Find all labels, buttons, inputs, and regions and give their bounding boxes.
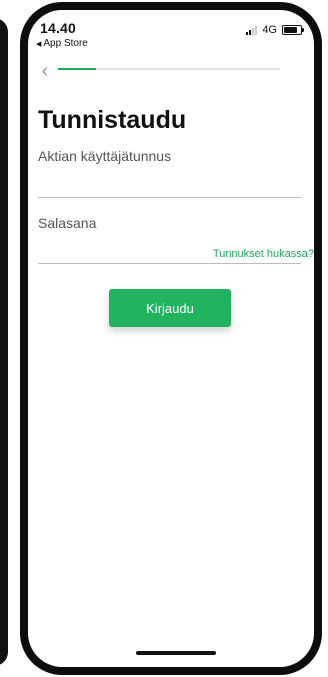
home-indicator[interactable]: [136, 651, 216, 655]
network-label: 4G: [262, 24, 277, 36]
password-label: Salasana: [38, 215, 97, 231]
progress-track: [58, 68, 280, 70]
login-button[interactable]: Kirjaudu: [109, 289, 231, 327]
battery-fill: [284, 27, 297, 33]
username-field[interactable]: [38, 176, 301, 198]
chevron-left-icon[interactable]: ‹: [35, 60, 55, 82]
phone-screen: 14.40 ◀ App Store 4G ‹ Tunnistaudu Aktia…: [28, 10, 314, 667]
back-app-label: App Store: [43, 38, 88, 49]
battery-icon: [282, 25, 304, 35]
status-indicators: 4G: [246, 24, 304, 36]
screenshot-canvas: 14.40 ◀ App Store 4G ‹ Tunnistaudu Aktia…: [0, 0, 328, 677]
forgot-credentials-link[interactable]: Tunnukset hukassa?: [213, 248, 314, 260]
progress-fill: [58, 68, 96, 70]
adjacent-phone-frame: [0, 18, 8, 666]
phone-frame: 14.40 ◀ App Store 4G ‹ Tunnistaudu Aktia…: [20, 2, 322, 675]
page-title: Tunnistaudu: [38, 106, 187, 134]
back-to-app-link[interactable]: ◀ App Store: [36, 38, 88, 49]
status-time: 14.40: [40, 20, 77, 36]
username-label: Aktian käyttäjätunnus: [38, 148, 172, 164]
back-triangle-icon: ◀: [36, 40, 42, 48]
signal-icon: [246, 25, 258, 35]
